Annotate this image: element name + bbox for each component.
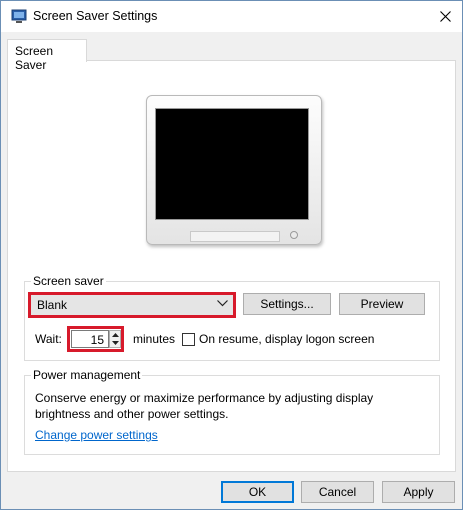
spin-down-button[interactable] [110, 339, 120, 347]
close-button[interactable] [432, 4, 458, 28]
cancel-button[interactable]: Cancel [301, 481, 374, 503]
screen-saver-app-icon [11, 8, 27, 24]
ok-button-label: OK [248, 485, 267, 499]
preview-button-label: Preview [360, 297, 404, 311]
apply-button-label: Apply [403, 485, 434, 499]
resume-logon-checkbox[interactable] [182, 333, 195, 346]
power-management-group-label: Power management [31, 368, 143, 382]
tab-label: Screen Saver [15, 44, 54, 72]
spin-up-icon [111, 333, 119, 337]
screen-saver-selected-value: Blank [37, 298, 68, 312]
tab-screen-saver[interactable]: Screen Saver [7, 39, 87, 72]
wait-label: Wait: [35, 332, 62, 346]
spin-up-button[interactable] [110, 331, 120, 339]
wait-minutes-input[interactable]: 15 [71, 330, 109, 348]
cancel-button-label: Cancel [318, 485, 357, 499]
chevron-down-icon [217, 300, 228, 307]
change-power-settings-link[interactable]: Change power settings [35, 428, 158, 442]
apply-button[interactable]: Apply [382, 481, 455, 503]
close-icon [439, 10, 451, 22]
title-bar: Screen Saver Settings [1, 1, 462, 32]
screen-saver-settings-window: Screen Saver Settings Screen Saver Scree… [0, 0, 463, 510]
spin-down-icon [111, 341, 119, 345]
screen-saver-dropdown[interactable]: Blank [29, 293, 235, 317]
monitor-preview [146, 95, 322, 245]
monitor-power-icon [290, 231, 298, 239]
preview-screen [155, 108, 309, 220]
monitor-bezel-panel [190, 231, 280, 242]
power-description: Conserve energy or maximize performance … [35, 391, 374, 421]
screen-saver-group-label: Screen saver [31, 274, 106, 288]
ok-button[interactable]: OK [221, 481, 294, 503]
wait-minutes-spinner[interactable] [109, 330, 121, 348]
settings-button-label: Settings... [260, 297, 314, 311]
window-title: Screen Saver Settings [33, 9, 158, 23]
wait-minutes-value: 15 [90, 333, 104, 347]
preview-button[interactable]: Preview [339, 293, 425, 315]
resume-logon-label[interactable]: On resume, display logon screen [199, 332, 374, 346]
settings-button[interactable]: Settings... [243, 293, 331, 315]
minutes-label: minutes [133, 332, 176, 346]
